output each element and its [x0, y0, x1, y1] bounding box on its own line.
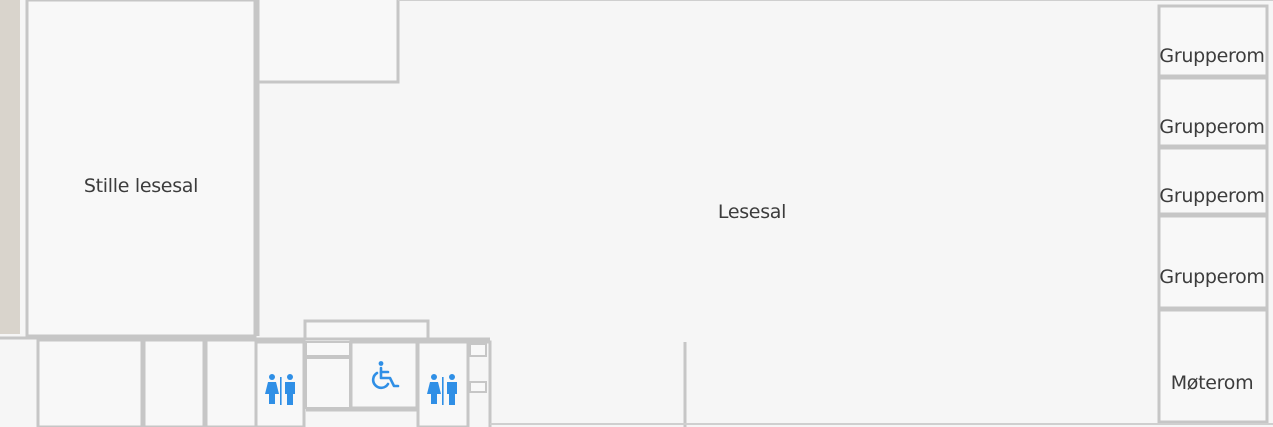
toilet-icon[interactable]: [264, 373, 298, 407]
room-reading-area[interactable]: [400, 2, 1157, 332]
label-meeting-room[interactable]: Møterom: [1171, 372, 1254, 394]
floor-plan-map[interactable]: Stille lesesal Lesesal Grupperom Grupper…: [0, 0, 1273, 427]
label-quiet-reading-room: Stille lesesal: [83, 175, 199, 197]
wheelchair-icon[interactable]: [370, 360, 402, 392]
label-reading-room: Lesesal: [717, 201, 787, 223]
room-quiet-reading-area[interactable]: [27, 0, 255, 336]
label-group-room-4[interactable]: Grupperom: [1159, 266, 1265, 288]
label-group-room-2[interactable]: Grupperom: [1159, 116, 1265, 138]
label-group-room-1[interactable]: Grupperom: [1159, 45, 1265, 67]
room-group-4: [1157, 214, 1269, 310]
room-meeting: [1157, 308, 1269, 424]
label-group-room-3[interactable]: Grupperom: [1159, 185, 1265, 207]
outside-strip: [0, 0, 20, 334]
toilet-icon[interactable]: [426, 373, 460, 407]
